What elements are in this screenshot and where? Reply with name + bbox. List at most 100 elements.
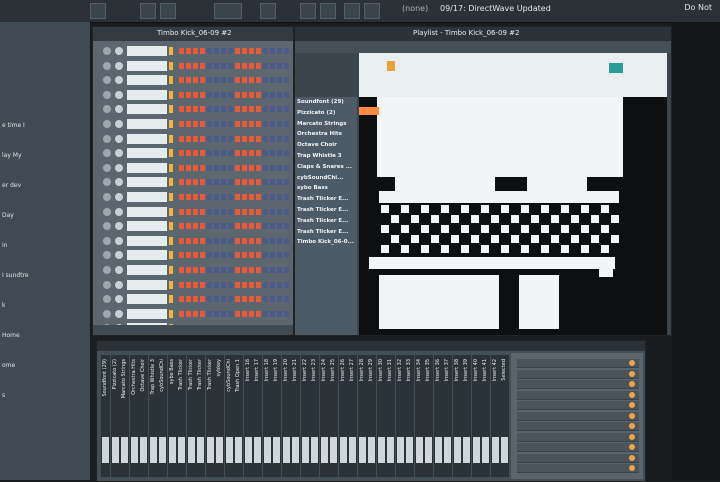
channel-row[interactable] bbox=[93, 74, 293, 86]
step-button[interactable] bbox=[256, 179, 261, 186]
mixer-fader[interactable] bbox=[178, 437, 185, 463]
step-button[interactable] bbox=[228, 106, 233, 113]
step-button[interactable] bbox=[228, 252, 233, 259]
channel-row[interactable] bbox=[93, 308, 293, 320]
step-button[interactable] bbox=[270, 106, 275, 113]
step-button[interactable] bbox=[179, 106, 184, 113]
step-button[interactable] bbox=[242, 135, 247, 142]
step-button[interactable] bbox=[214, 267, 219, 273]
playlist-track-name[interactable]: Trash Tlicker E... bbox=[297, 229, 348, 235]
volume-knob-icon[interactable] bbox=[115, 134, 123, 143]
mixer-fader[interactable] bbox=[206, 437, 214, 463]
step-button[interactable] bbox=[277, 223, 282, 230]
step-button[interactable] bbox=[242, 267, 247, 273]
step-button[interactable] bbox=[186, 164, 191, 171]
step-button[interactable] bbox=[235, 296, 240, 303]
clip[interactable] bbox=[601, 245, 609, 253]
step-button[interactable] bbox=[228, 77, 233, 84]
step-button[interactable] bbox=[249, 135, 254, 142]
channel-name-button[interactable] bbox=[127, 89, 167, 100]
mixer-fader[interactable] bbox=[254, 437, 261, 463]
mixer-fader[interactable] bbox=[463, 437, 470, 463]
channel-row[interactable] bbox=[93, 89, 293, 101]
effect-slot[interactable] bbox=[517, 422, 639, 431]
step-button[interactable] bbox=[207, 281, 212, 288]
mixer-fader[interactable] bbox=[311, 437, 318, 463]
playlist-toolbar[interactable] bbox=[295, 41, 671, 53]
effect-knob-icon[interactable] bbox=[629, 381, 635, 387]
pan-knob-icon[interactable] bbox=[103, 236, 111, 245]
step-button[interactable] bbox=[242, 77, 247, 84]
step-button[interactable] bbox=[228, 91, 233, 98]
step-button[interactable] bbox=[186, 208, 191, 215]
clip[interactable] bbox=[377, 97, 623, 177]
clip[interactable] bbox=[421, 245, 429, 253]
step-button[interactable] bbox=[221, 194, 226, 200]
clip[interactable] bbox=[359, 107, 379, 115]
tempo-display[interactable] bbox=[214, 3, 242, 19]
tool-icon[interactable] bbox=[300, 3, 316, 19]
step-button[interactable] bbox=[270, 252, 275, 259]
step-button[interactable] bbox=[263, 208, 268, 215]
step-button[interactable] bbox=[242, 281, 247, 288]
mixer-fader[interactable] bbox=[406, 437, 413, 463]
step-button[interactable] bbox=[242, 121, 247, 127]
step-button[interactable] bbox=[193, 267, 198, 273]
clip[interactable] bbox=[391, 215, 399, 223]
channel-name-button[interactable] bbox=[127, 308, 167, 319]
step-button[interactable] bbox=[179, 48, 184, 54]
step-button[interactable] bbox=[263, 91, 268, 98]
channel-row[interactable] bbox=[93, 133, 293, 145]
step-button[interactable] bbox=[235, 135, 240, 142]
volume-knob-icon[interactable] bbox=[115, 61, 123, 70]
playlist-track-name[interactable]: Soundfont (29) bbox=[297, 99, 344, 105]
clip[interactable] bbox=[521, 225, 529, 233]
channel-select-led[interactable] bbox=[169, 178, 173, 187]
clip[interactable] bbox=[541, 205, 549, 213]
step-button[interactable] bbox=[277, 62, 282, 69]
playlist-track-name[interactable]: Trash Tlicker E... bbox=[297, 196, 348, 202]
step-button[interactable] bbox=[214, 164, 219, 171]
clip[interactable] bbox=[491, 235, 499, 243]
mixer-fader[interactable] bbox=[396, 437, 404, 463]
step-button[interactable] bbox=[207, 267, 212, 273]
step-button[interactable] bbox=[186, 296, 191, 303]
effect-knob-icon[interactable] bbox=[629, 433, 635, 440]
step-button[interactable] bbox=[235, 267, 240, 273]
volume-knob-icon[interactable] bbox=[115, 236, 123, 245]
clip[interactable] bbox=[591, 215, 599, 223]
clip[interactable] bbox=[591, 235, 599, 243]
step-button[interactable] bbox=[277, 164, 282, 171]
step-button[interactable] bbox=[179, 62, 184, 69]
step-button[interactable] bbox=[277, 310, 282, 317]
mixer-fader[interactable] bbox=[368, 437, 375, 463]
step-button[interactable] bbox=[228, 164, 233, 171]
mixer-fader[interactable] bbox=[282, 437, 290, 463]
step-button[interactable] bbox=[284, 310, 289, 317]
browser-item[interactable]: k bbox=[2, 302, 5, 309]
step-button[interactable] bbox=[256, 208, 261, 215]
step-button[interactable] bbox=[249, 208, 254, 215]
step-button[interactable] bbox=[207, 121, 212, 127]
step-button[interactable] bbox=[193, 179, 198, 186]
step-button[interactable] bbox=[249, 252, 254, 259]
step-button[interactable] bbox=[256, 48, 261, 54]
step-button[interactable] bbox=[214, 179, 219, 186]
volume-knob-icon[interactable] bbox=[115, 295, 123, 304]
step-button[interactable] bbox=[200, 135, 205, 142]
step-button[interactable] bbox=[263, 296, 268, 303]
clip[interactable] bbox=[611, 235, 619, 243]
channel-select-led[interactable] bbox=[169, 90, 173, 99]
step-button[interactable] bbox=[228, 179, 233, 186]
step-button[interactable] bbox=[200, 91, 205, 98]
step-button[interactable] bbox=[270, 237, 275, 244]
mixer-fader[interactable] bbox=[140, 437, 147, 463]
clip[interactable] bbox=[369, 257, 615, 269]
clip[interactable] bbox=[561, 225, 569, 233]
clip[interactable] bbox=[421, 225, 429, 233]
channel-row[interactable] bbox=[93, 118, 293, 130]
step-button[interactable] bbox=[249, 121, 254, 127]
mixer-fader[interactable] bbox=[102, 437, 109, 463]
clip[interactable] bbox=[581, 205, 589, 213]
mixer-fader[interactable] bbox=[235, 437, 242, 463]
